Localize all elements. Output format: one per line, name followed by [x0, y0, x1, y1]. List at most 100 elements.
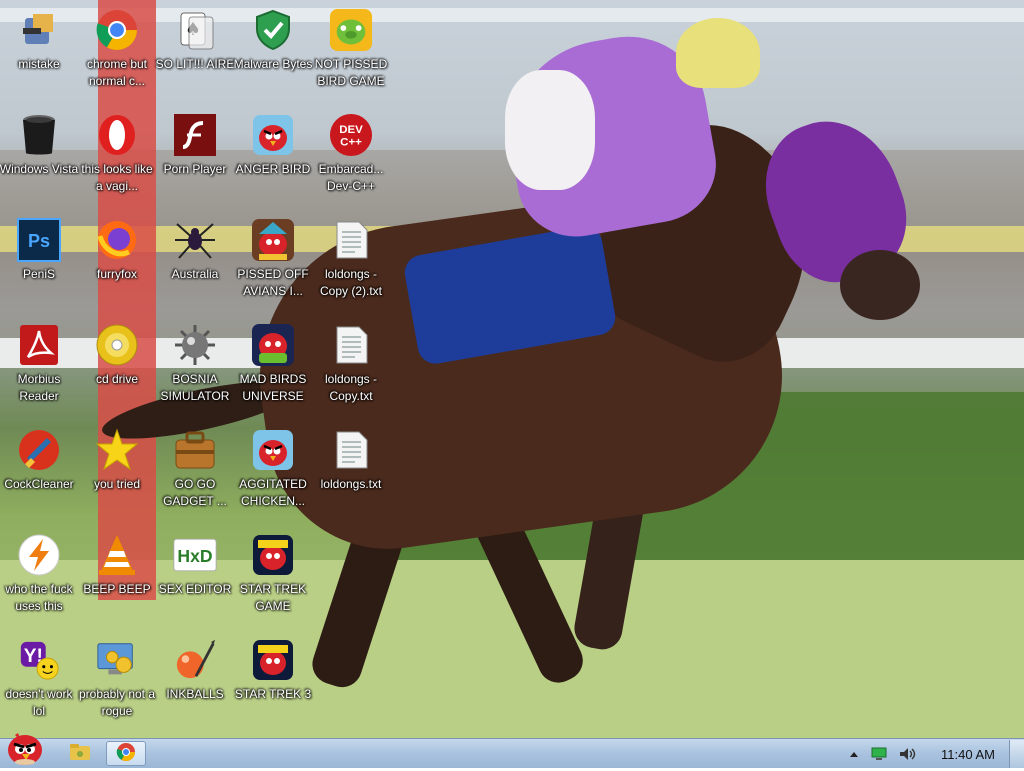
desktop-icon[interactable]: CockCleaner: [0, 422, 78, 526]
desktop-icon-label: BEEP BEEP: [83, 582, 151, 596]
desktop-icon-label: loldongs - Copy (2).txt: [319, 267, 382, 298]
taskbar: 11:40 AM: [0, 733, 1024, 769]
desktop-icon-label: cd drive: [95, 372, 139, 386]
text-file-icon: [329, 428, 373, 472]
desktop-icon[interactable]: Australia: [156, 212, 234, 316]
desktop-icon-label: you tried: [93, 477, 141, 491]
taskbar-explorer-button[interactable]: [60, 741, 100, 766]
desktop-icon[interactable]: Windows Vista: [0, 107, 78, 211]
volume-icon[interactable]: [899, 747, 917, 761]
desktop-icon[interactable]: BEEP BEEP: [78, 527, 156, 631]
flash-icon: [173, 113, 217, 157]
desktop-icon[interactable]: BOSNIA SIMULATOR: [156, 317, 234, 421]
desktop-icon-label: PeniS: [22, 267, 56, 281]
desktop-icon[interactable]: STAR TREK GAME: [234, 527, 312, 631]
desktop-icon-label: Porn Player: [163, 162, 227, 176]
opera-icon: [95, 113, 139, 157]
network-icon[interactable]: [871, 747, 887, 761]
ccleaner-icon: [17, 428, 61, 472]
desktop-icon[interactable]: ANGER BIRD: [234, 107, 312, 211]
hxd-icon: HxD: [173, 533, 217, 577]
angry-bird-icon: [251, 113, 295, 157]
system-tray: 11:40 AM: [843, 739, 1024, 769]
taskbar-clock[interactable]: 11:40 AM: [941, 747, 995, 762]
desktop-icon[interactable]: Morbius Reader: [0, 317, 78, 421]
desktop-icon[interactable]: NOT PISSED BIRD GAME: [312, 2, 390, 106]
desktop-icon[interactable]: this looks like a vagi...: [78, 107, 156, 211]
desktop-icon-label: doesn't work lol: [5, 687, 73, 718]
desktop-icon-label: AGGITATED CHICKEN...: [239, 477, 307, 508]
lightning-icon: [17, 533, 61, 577]
desktop-icon-label: furryfox: [96, 267, 137, 281]
shield-check-icon: [251, 8, 295, 52]
desktop-icon-label: GO GO GADGET ...: [163, 477, 227, 508]
yahoo-messenger-icon: Y!: [17, 638, 61, 682]
desktop-icon-label: STAR TREK GAME: [239, 582, 307, 613]
desktop-icon[interactable]: loldongs - Copy (2).txt: [312, 212, 390, 316]
desktop-icon[interactable]: Ps PeniS: [0, 212, 78, 316]
desktop-icon[interactable]: loldongs.txt: [312, 422, 390, 526]
start-button[interactable]: [2, 731, 48, 769]
chrome-icon: [116, 742, 136, 766]
desktop-icon[interactable]: mistake: [0, 2, 78, 106]
desktop-icon[interactable]: HxD SEX EDITOR: [156, 527, 234, 631]
desktop-icon-label: CockCleaner: [4, 477, 74, 491]
desktop-icon-label: PISSED OFF AVIANS I...: [237, 267, 309, 298]
svg-text:DEV: DEV: [339, 124, 363, 136]
desktop-icon[interactable]: Porn Player: [156, 107, 234, 211]
vlc-cone-icon: [95, 533, 139, 577]
desktop-icon-label: who the fuck uses this: [5, 582, 73, 613]
desktop-icon[interactable]: Y! doesn't work lol: [0, 632, 78, 736]
desktop-icon-label: ANGER BIRD: [235, 162, 311, 176]
desktop-icon-label: Australia: [171, 267, 219, 281]
svg-text:C++: C++: [340, 137, 362, 149]
desktop-icon[interactable]: furryfox: [78, 212, 156, 316]
mine-icon: [173, 323, 217, 367]
desktop-icon[interactable]: cd drive: [78, 317, 156, 421]
desktop-icon-label: SEX EDITOR: [158, 582, 232, 596]
show-desktop-button[interactable]: [1009, 740, 1024, 768]
text-file-icon: [329, 218, 373, 262]
explorer-folder-icon: [69, 743, 91, 765]
desktop-icon[interactable]: DEV C++ Embarcad... Dev-C++: [312, 107, 390, 211]
desktop-icon[interactable]: ♠ SO LIT!!! AIRE: [156, 2, 234, 106]
desktop-icon[interactable]: loldongs - Copy.txt: [312, 317, 390, 421]
solitaire-icon: ♠: [173, 8, 217, 52]
desktop-icon[interactable]: MAD BIRDS UNIVERSE: [234, 317, 312, 421]
desktop-icon-label: MAD BIRDS UNIVERSE: [239, 372, 307, 403]
desktop-icon-label: Embarcad... Dev-C++: [318, 162, 384, 193]
desktop-icon-label: INKBALLS: [166, 687, 224, 701]
desktop-icon[interactable]: GO GO GADGET ...: [156, 422, 234, 526]
desktop-icon[interactable]: probably not a rogue: [78, 632, 156, 736]
desktop-icon[interactable]: STAR TREK 3: [234, 632, 312, 736]
firefox-icon: [95, 218, 139, 262]
desktop-icon[interactable]: who the fuck uses this: [0, 527, 78, 631]
angry-birds-starwars-icon: [251, 638, 295, 682]
desktop-icon-label: Malware Bytes: [233, 57, 313, 71]
desktop[interactable]: mistake chrome but normal c... ♠ SO LIT!!! …: [0, 0, 1024, 738]
desktop-icon[interactable]: PISSED OFF AVIANS I...: [234, 212, 312, 316]
desktop-icon-label: Windows Vista: [0, 162, 79, 176]
angry-bird-icon: [251, 428, 295, 472]
desktop-icon[interactable]: Malware Bytes: [234, 2, 312, 106]
desktop-icon-label: chrome but normal c...: [86, 57, 148, 88]
trash-bin-icon: [17, 113, 61, 157]
svg-text:HxD: HxD: [177, 546, 212, 566]
cd-icon: [95, 323, 139, 367]
angry-birds-seasons-icon: [251, 218, 295, 262]
desktop-icon-label: STAR TREK 3: [234, 687, 312, 701]
desktop-icon-label: probably not a rogue: [78, 687, 156, 718]
desktop-icon[interactable]: INKBALLS: [156, 632, 234, 736]
desktop-icon-label: mistake: [18, 57, 60, 71]
svg-text:Ps: Ps: [28, 231, 50, 251]
acrobat-icon: [17, 323, 61, 367]
desktop-icon-label: loldongs - Copy.txt: [324, 372, 378, 403]
desktop-icon-label: BOSNIA SIMULATOR: [160, 372, 230, 403]
desktop-icon[interactable]: AGGITATED CHICKEN...: [234, 422, 312, 526]
desktop-icon[interactable]: chrome but normal c...: [78, 2, 156, 106]
angry-birds-starwars-icon: [251, 533, 295, 577]
desktop-icon[interactable]: you tried: [78, 422, 156, 526]
show-hidden-chevron-icon[interactable]: [849, 750, 859, 758]
taskbar-chrome-button[interactable]: [106, 741, 146, 766]
installer-icon: [17, 8, 61, 52]
